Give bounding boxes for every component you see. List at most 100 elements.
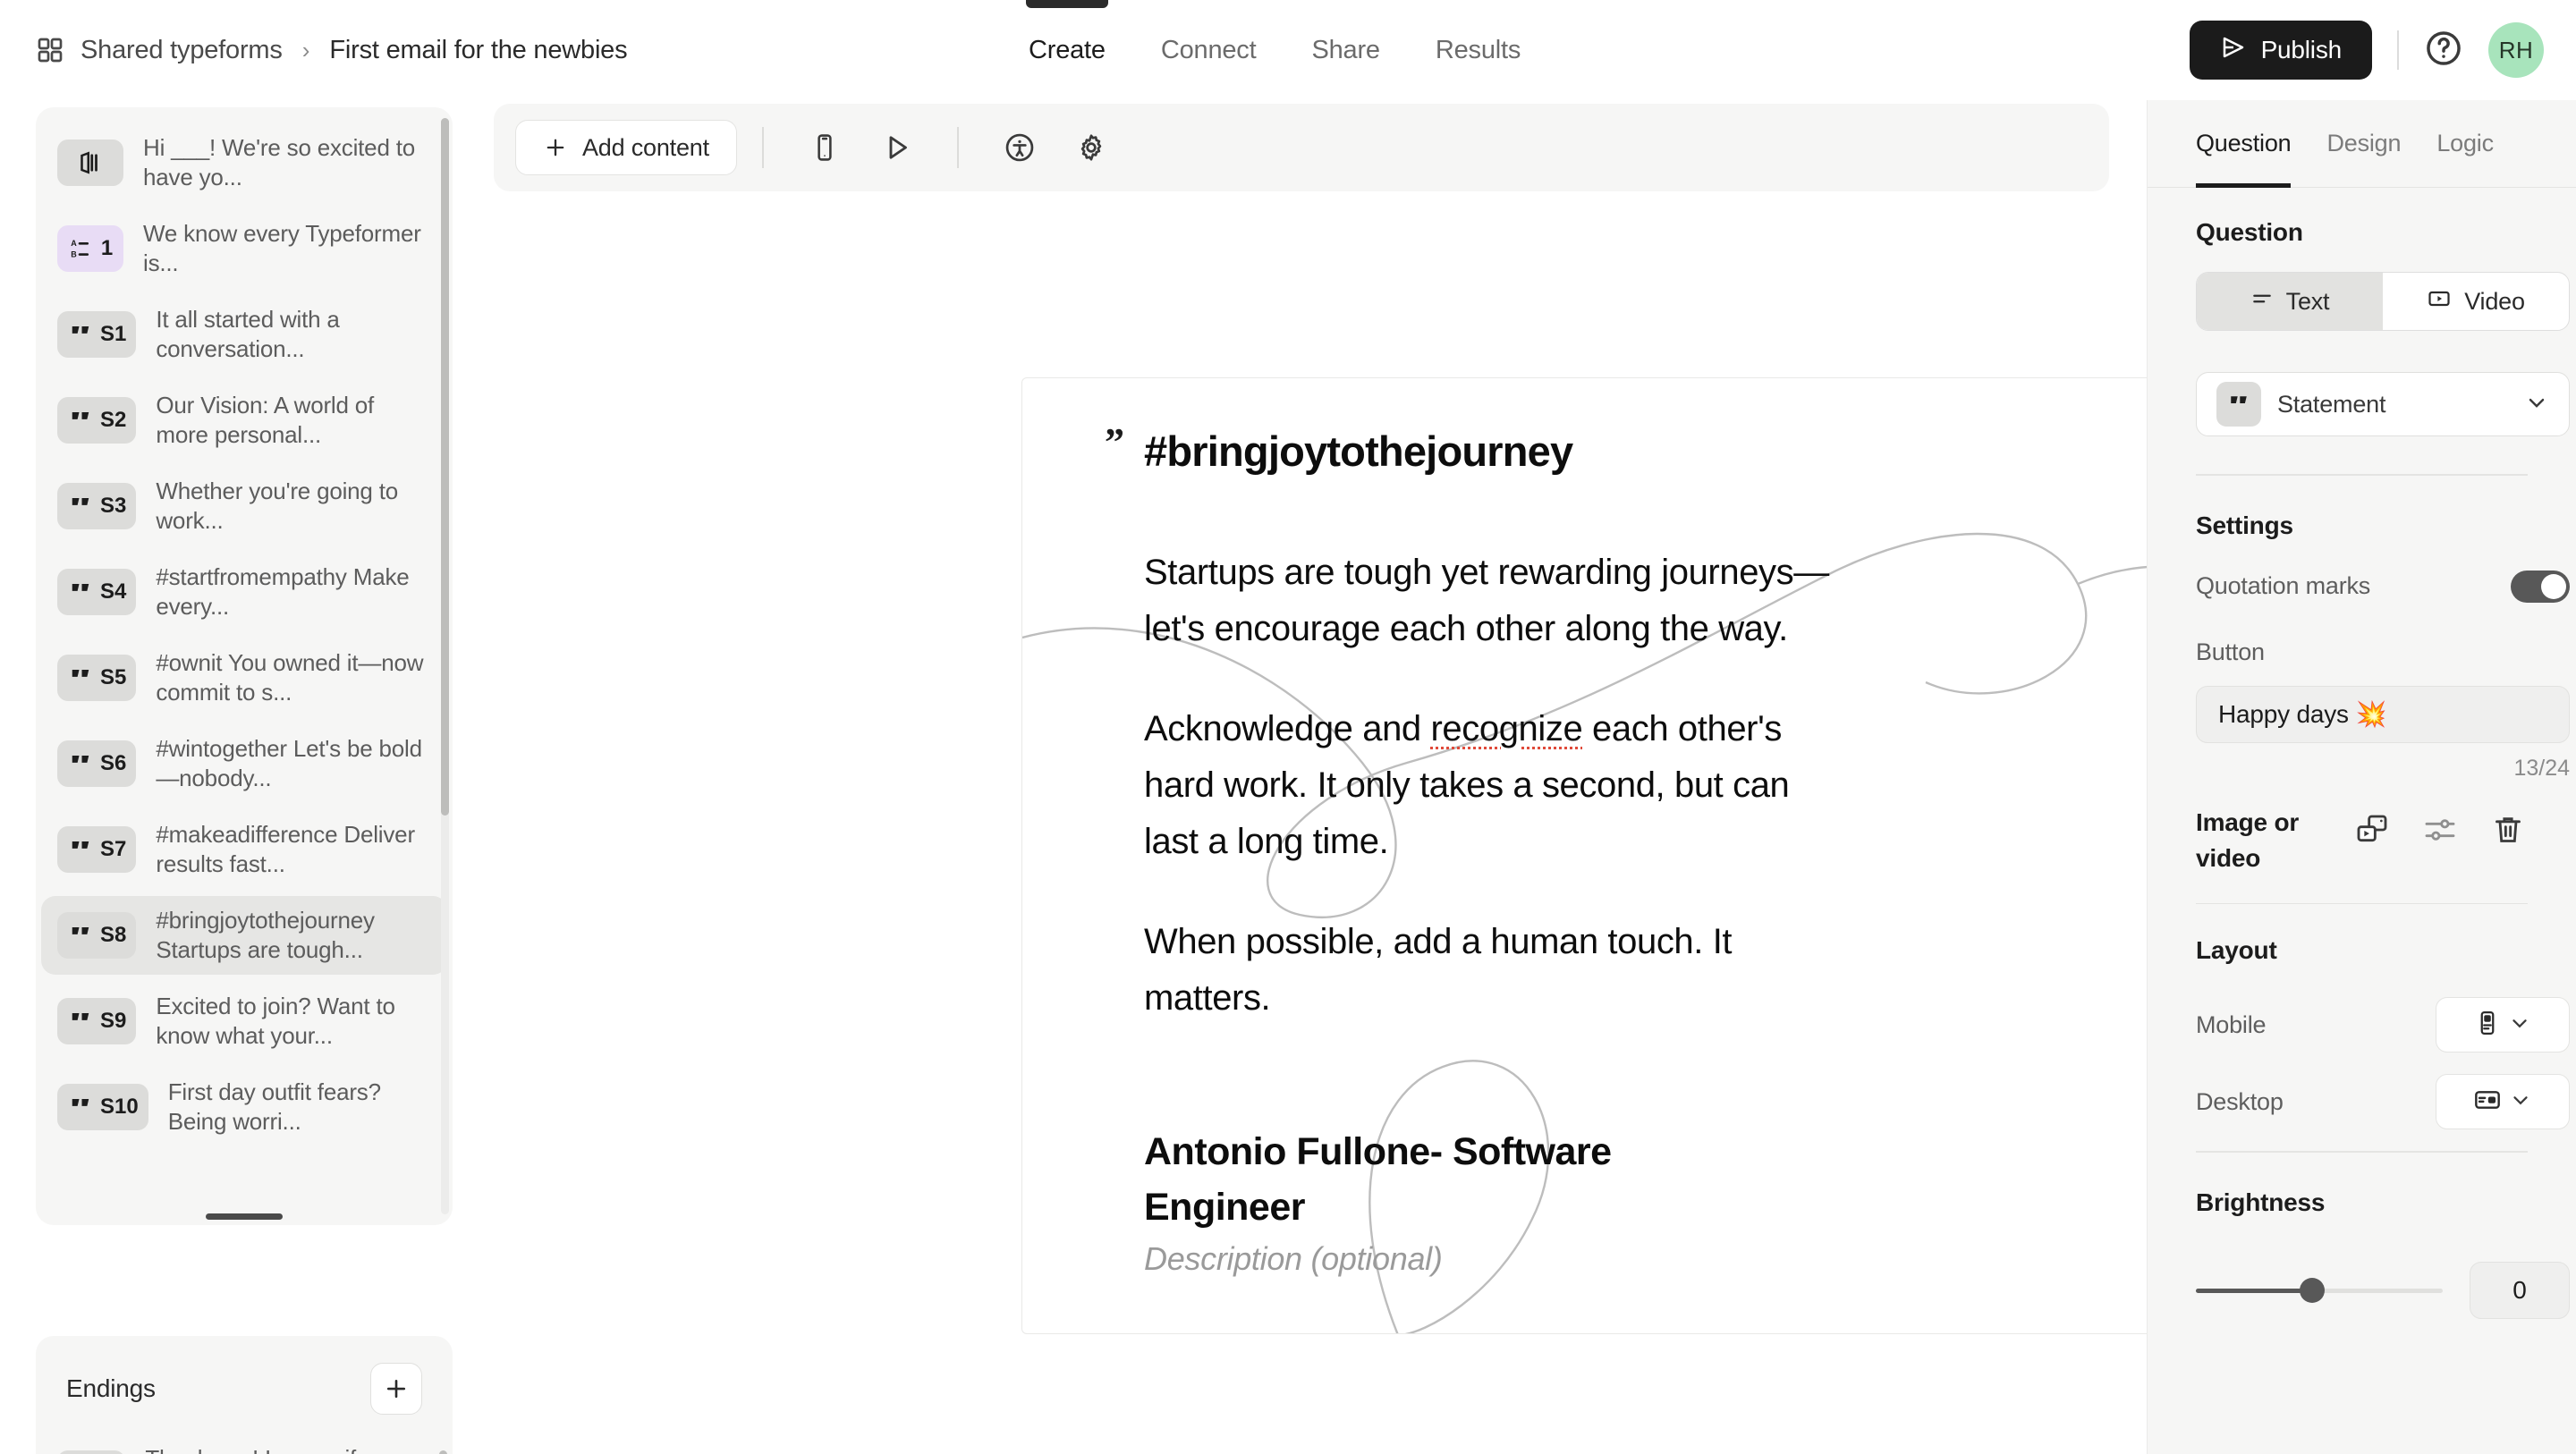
canvas-toolbar: Add content: [494, 104, 2109, 191]
sidebar-item-chip: S7: [57, 826, 137, 873]
publish-button[interactable]: Publish: [2189, 21, 2372, 80]
image-or-video-label: Image or video: [2196, 807, 2300, 872]
mode-video-option[interactable]: Video: [2383, 273, 2569, 330]
statement-icon: [72, 412, 89, 419]
mode-text-label: Text: [2285, 287, 2330, 315]
divider: [2397, 30, 2399, 70]
publish-send-icon: [2220, 34, 2247, 67]
image-or-video-actions: [2354, 805, 2528, 850]
sidebar-item-chip: S2: [57, 397, 137, 444]
accessibility-icon[interactable]: [995, 123, 1045, 173]
add-content-label: Add content: [582, 133, 709, 161]
sidebar-item-s8[interactable]: S8 #bringjoytothejourney Startups are tou…: [41, 896, 447, 975]
panel-resize-handle[interactable]: [206, 1213, 283, 1220]
sidebar-item-index: S6: [100, 751, 127, 775]
questions-list[interactable]: Hi ___! We're so excited to have yo... A B…: [36, 116, 453, 1216]
endings-list-item[interactable]: A Thank you! In case if you didn't submit…: [41, 1434, 447, 1454]
statement-icon: [72, 584, 89, 591]
sidebar-item-s6[interactable]: S6 #wintogether Let's be bold—nobody...: [41, 724, 447, 803]
sidebar-item-chip: S1: [57, 311, 137, 358]
sidebar-item-welcome[interactable]: Hi ___! We're so excited to have yo...: [41, 123, 447, 202]
sidebar-item-label: #bringjoytothejourney Startups are tough…: [156, 907, 375, 963]
brightness-control-row: 0: [2196, 1261, 2570, 1319]
endings-scrollbar-thumb[interactable]: [439, 1450, 447, 1454]
sidebar-item-index: S2: [100, 408, 127, 432]
tab-results[interactable]: Results: [1436, 0, 1521, 100]
sidebar-item-s4[interactable]: S4 #startfromempathy Make every...: [41, 553, 447, 631]
sidebar-item-s2[interactable]: S2 Our Vision: A world of more personal..…: [41, 381, 447, 460]
settings-section: Settings Quotation marks: [2148, 476, 2576, 603]
statement-icon: [72, 927, 89, 934]
tab-logic[interactable]: Logic: [2436, 100, 2494, 188]
statement-icon: [72, 498, 89, 505]
sidebar-item-label: Whether you're going to work...: [156, 478, 398, 534]
mode-text-option[interactable]: Text: [2197, 273, 2383, 330]
brightness-slider-fill: [2196, 1288, 2312, 1293]
panel-tabs: Question Design Logic: [2148, 100, 2576, 188]
question-mode-segmented: Text Video: [2196, 272, 2570, 331]
settings-section-label: Settings: [2196, 511, 2293, 539]
tab-create[interactable]: Create: [1029, 0, 1106, 100]
layout-mobile-dropdown[interactable]: [2436, 997, 2570, 1052]
brightness-value: 0: [2512, 1275, 2527, 1304]
layout-mobile-row: Mobile: [2196, 997, 2570, 1052]
adjust-settings-icon[interactable]: [2422, 812, 2460, 850]
workspace-grid-icon[interactable]: [36, 36, 64, 64]
breadcrumb-form-title[interactable]: First email for the newbies: [329, 36, 627, 65]
sidebar-item-1[interactable]: A B 1 We know every Typeformer is...: [41, 209, 447, 288]
quotation-marks-toggle[interactable]: [2511, 570, 2570, 603]
help-icon[interactable]: [2424, 29, 2463, 72]
layout-section: Layout Mobile Desktop: [2148, 904, 2576, 1129]
statement-title[interactable]: #bringjoytothejourney: [1144, 427, 1949, 476]
sidebar-item-label: #startfromempathy Make every...: [156, 563, 410, 620]
question-section: Question Text Video: [2148, 188, 2576, 331]
sidebar-item-s5[interactable]: S5 #ownit You owned it—now commit to s...: [41, 638, 447, 717]
tab-connect[interactable]: Connect: [1161, 0, 1257, 100]
tab-share[interactable]: Share: [1311, 0, 1380, 100]
add-ending-button[interactable]: [370, 1363, 422, 1415]
brightness-slider[interactable]: [2196, 1274, 2443, 1306]
sidebar-item-s9[interactable]: S9 Excited to join? Want to know what you…: [41, 982, 447, 1061]
sidebar-item-chip: S10: [57, 1084, 148, 1130]
replace-media-icon[interactable]: [2354, 812, 2392, 850]
sidebar-item-s1[interactable]: S1 It all started with a conversation...: [41, 295, 447, 374]
misspelled-word: recognize: [1430, 709, 1583, 748]
quotation-marks-label: Quotation marks: [2196, 572, 2371, 599]
breadcrumb-separator: ›: [301, 36, 310, 63]
tab-design[interactable]: Design: [2326, 100, 2401, 188]
sidebar-item-chip: S9: [57, 998, 137, 1044]
statement-icon: [72, 756, 89, 763]
question-type-section: Statement: [2148, 331, 2576, 436]
sidebar-item-s10[interactable]: S10 First day outfit fears? Being worri..…: [41, 1068, 447, 1146]
tab-question[interactable]: Question: [2196, 100, 2292, 188]
brightness-value-input[interactable]: 0: [2470, 1261, 2570, 1319]
statement-icon: [72, 1013, 89, 1020]
layout-desktop-dropdown[interactable]: [2436, 1074, 2570, 1129]
multiple-choice-icon: AB: [71, 239, 89, 258]
endings-panel: Endings A Thank you! In case if you didn'…: [36, 1336, 453, 1454]
brightness-slider-knob[interactable]: [2299, 1277, 2325, 1303]
sidebar-item-s7[interactable]: S7 #makeadifference Deliver results fast.…: [41, 810, 447, 889]
description-placeholder[interactable]: Description (optional): [1144, 1240, 1443, 1278]
question-type-dropdown[interactable]: Statement: [2196, 372, 2570, 436]
questions-scrollbar-thumb[interactable]: [441, 118, 449, 816]
top-bar-actions: Publish RH: [2189, 0, 2544, 100]
add-content-button[interactable]: Add content: [515, 120, 737, 175]
breadcrumb-workspace-link[interactable]: Shared typeforms: [80, 36, 283, 65]
sidebar-item-index: S10: [100, 1095, 139, 1119]
sidebar-item-s3[interactable]: S3 Whether you're going to work...: [41, 467, 447, 545]
delete-icon[interactable]: [2490, 812, 2528, 850]
signature-name[interactable]: Antonio Fullone- Software Engineer: [1144, 1124, 1699, 1235]
layout-section-label: Layout: [2196, 936, 2277, 964]
avatar[interactable]: RH: [2488, 22, 2544, 78]
sidebar-item-label: #wintogether Let's be bold—nobody...: [156, 735, 422, 791]
gear-icon[interactable]: [1066, 123, 1116, 173]
statement-body[interactable]: Startups are tough yet rewarding journey…: [1144, 545, 1851, 1070]
sidebar-item-label: Hi ___! We're so excited to have yo...: [143, 134, 416, 190]
endings-list[interactable]: A Thank you! In case if you didn't submit…: [36, 1434, 453, 1454]
button-text-input[interactable]: Happy days 💥: [2196, 685, 2570, 743]
play-preview-icon[interactable]: [871, 123, 921, 173]
button-text-value: Happy days 💥: [2218, 700, 2387, 728]
button-section: Button Happy days 💥 13/24: [2148, 603, 2576, 782]
mobile-preview-icon[interactable]: [800, 123, 850, 173]
